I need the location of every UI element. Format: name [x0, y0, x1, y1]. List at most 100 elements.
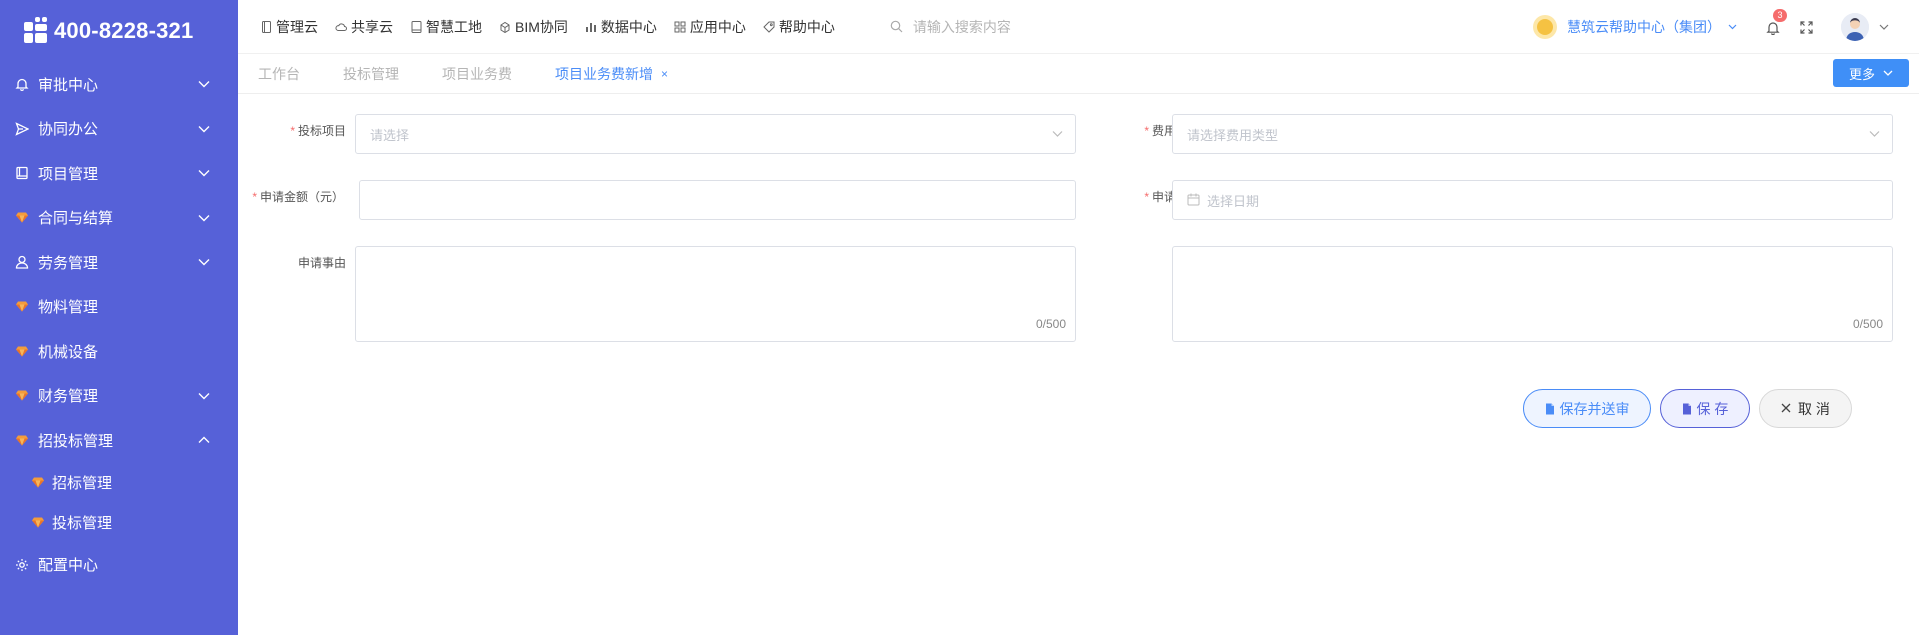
- gem-icon: [14, 432, 30, 448]
- sidebar-subitem-tender-management[interactable]: 招标管理: [0, 463, 238, 503]
- cancel-label: 取 消: [1798, 400, 1830, 417]
- amount-label: * 申请金额（元）: [252, 190, 344, 204]
- search-input[interactable]: [912, 18, 1213, 35]
- user-avatar-icon: [1841, 13, 1869, 41]
- sidebar-item-label: 劳务管理: [38, 254, 99, 272]
- sidebar-item-label: 协同办公: [38, 121, 99, 139]
- close-icon: [1781, 403, 1793, 415]
- reason-label: 申请事由: [297, 256, 346, 270]
- reason-field: 0/500: [355, 246, 1076, 342]
- sidebar-subitem-bid-management[interactable]: 投标管理: [0, 503, 238, 543]
- chevron-down-icon: [196, 165, 212, 181]
- topnav-item-smart-site[interactable]: 智慧工地: [410, 17, 482, 37]
- user-icon: [14, 254, 30, 270]
- chevron-down-icon: [196, 388, 212, 404]
- amount-field[interactable]: [359, 180, 1076, 220]
- bar-chart-icon: [585, 21, 597, 33]
- reason-textarea[interactable]: [356, 247, 1075, 341]
- notification-button[interactable]: 3: [1763, 9, 1787, 37]
- save-label: 保 存: [1696, 400, 1729, 417]
- save-button[interactable]: 保 存: [1660, 389, 1750, 428]
- tab-workbench[interactable]: 工作台: [258, 64, 300, 84]
- fee-type-select[interactable]: 请选择费用类型: [1172, 114, 1893, 154]
- save-and-submit-button[interactable]: 保存并送审: [1523, 389, 1651, 428]
- topnav-label: 管理云: [276, 18, 318, 35]
- sidebar-item-label: 物料管理: [38, 299, 99, 317]
- tab-project-business-fee[interactable]: 项目业务费: [442, 64, 512, 84]
- remark-textarea[interactable]: [1173, 247, 1892, 341]
- topnav-item-management-cloud[interactable]: 管理云: [260, 17, 318, 37]
- more-button[interactable]: 更多: [1833, 59, 1909, 87]
- sidebar-item-label: 机械设备: [38, 343, 99, 361]
- topnav-item-help-center[interactable]: 帮助中心: [763, 17, 835, 37]
- topnav-item-shared-cloud[interactable]: 共享云: [335, 17, 393, 37]
- required-mark: *: [1144, 190, 1149, 204]
- sidebar-item-machinery[interactable]: 机械设备: [0, 329, 238, 374]
- logo[interactable]: 400-8228-321: [0, 0, 238, 62]
- tab-project-business-fee-add[interactable]: 项目业务费新增 ×: [555, 64, 668, 84]
- gear-icon: [14, 557, 30, 573]
- page-tabs: 工作台 投标管理 项目业务费 项目业务费新增 × 更多: [238, 54, 1919, 94]
- close-icon[interactable]: ×: [661, 67, 668, 81]
- sidebar-item-finance-management[interactable]: 财务管理: [0, 374, 238, 419]
- chevron-down-icon: [196, 121, 212, 137]
- fullscreen-button[interactable]: [1797, 18, 1815, 36]
- book-icon: [14, 165, 30, 181]
- bid-project-label: * 投标项目: [290, 124, 346, 138]
- tag-icon: [763, 21, 775, 33]
- chevron-down-icon[interactable]: [1879, 21, 1889, 33]
- topnav-label: 数据中心: [600, 18, 657, 35]
- topnav-item-data-center[interactable]: 数据中心: [585, 17, 657, 37]
- topnav-label: BIM协同: [515, 18, 568, 35]
- amount-input[interactable]: [374, 192, 1075, 208]
- search-icon: [890, 20, 904, 34]
- chevron-down-icon: [196, 210, 212, 226]
- sidebar-subitem-label: 投标管理: [52, 515, 113, 532]
- header-right: 慧筑云帮助中心（集团） 3: [1533, 0, 1919, 54]
- cancel-button[interactable]: 取 消: [1759, 389, 1852, 428]
- sidebar-item-label: 财务管理: [38, 388, 99, 406]
- gem-icon: [14, 343, 30, 359]
- sidebar-menu: 审批中心 协同办公 项目管理 合同与结算 劳务管理 物料管理 机械设备 财务管理…: [0, 62, 238, 587]
- sidebar-item-project-management[interactable]: 项目管理: [0, 151, 238, 196]
- sidebar-item-collaboration[interactable]: 协同办公: [0, 107, 238, 152]
- sidebar-item-contract-settlement[interactable]: 合同与结算: [0, 196, 238, 241]
- topnav-item-bim-collaboration[interactable]: BIM协同: [499, 17, 568, 37]
- gem-icon: [14, 299, 30, 315]
- calendar-icon: [1187, 193, 1201, 207]
- cloud-icon: [335, 21, 347, 33]
- tab-bid-management[interactable]: 投标管理: [343, 64, 399, 84]
- gem-icon: [30, 515, 46, 531]
- sidebar-item-approval-center[interactable]: 审批中心: [0, 62, 238, 107]
- grid-icon: [674, 21, 686, 33]
- sidebar-item-label: 合同与结算: [38, 210, 114, 228]
- sidebar-item-label: 审批中心: [38, 76, 99, 94]
- sidebar-subitem-label: 招标管理: [52, 475, 113, 492]
- tab-label: 项目业务费新增: [555, 65, 653, 82]
- chevron-down-icon: [1869, 131, 1880, 138]
- chevron-up-icon: [196, 432, 212, 448]
- bid-project-select[interactable]: 请选择: [355, 114, 1076, 154]
- gem-icon: [14, 388, 30, 404]
- top-nav: 管理云 共享云 智慧工地 BIM协同 数据中心 应用中心 帮助中心: [260, 17, 852, 37]
- sidebar-item-bidding-management[interactable]: 招投标管理: [0, 418, 238, 463]
- avatar[interactable]: [1841, 13, 1869, 41]
- bid-project-placeholder: 请选择: [370, 127, 410, 143]
- top-header: 管理云 共享云 智慧工地 BIM协同 数据中心 应用中心 帮助中心 请输入搜索内…: [238, 0, 1919, 54]
- remark-field: 0/500: [1172, 246, 1893, 342]
- date-picker[interactable]: 选择日期: [1172, 180, 1893, 220]
- chevron-down-icon: [1728, 22, 1737, 33]
- org-switcher[interactable]: 慧筑云帮助中心（集团）: [1533, 15, 1737, 39]
- fee-type-placeholder: 请选择费用类型: [1187, 127, 1279, 143]
- org-badge-icon: [1533, 15, 1557, 39]
- more-button-label: 更多: [1848, 66, 1875, 82]
- topnav-label: 帮助中心: [778, 18, 835, 35]
- book-icon: [410, 20, 422, 33]
- sidebar-item-labor-management[interactable]: 劳务管理: [0, 240, 238, 285]
- sidebar-item-config-center[interactable]: 配置中心: [0, 543, 238, 588]
- topnav-item-app-center[interactable]: 应用中心: [674, 17, 746, 37]
- document-icon: [1682, 403, 1692, 415]
- sidebar: 400-8228-321 审批中心 协同办公 项目管理 合同与结算 劳务管理 物…: [0, 0, 238, 635]
- sidebar-item-material-management[interactable]: 物料管理: [0, 285, 238, 330]
- topnav-label: 应用中心: [689, 18, 746, 35]
